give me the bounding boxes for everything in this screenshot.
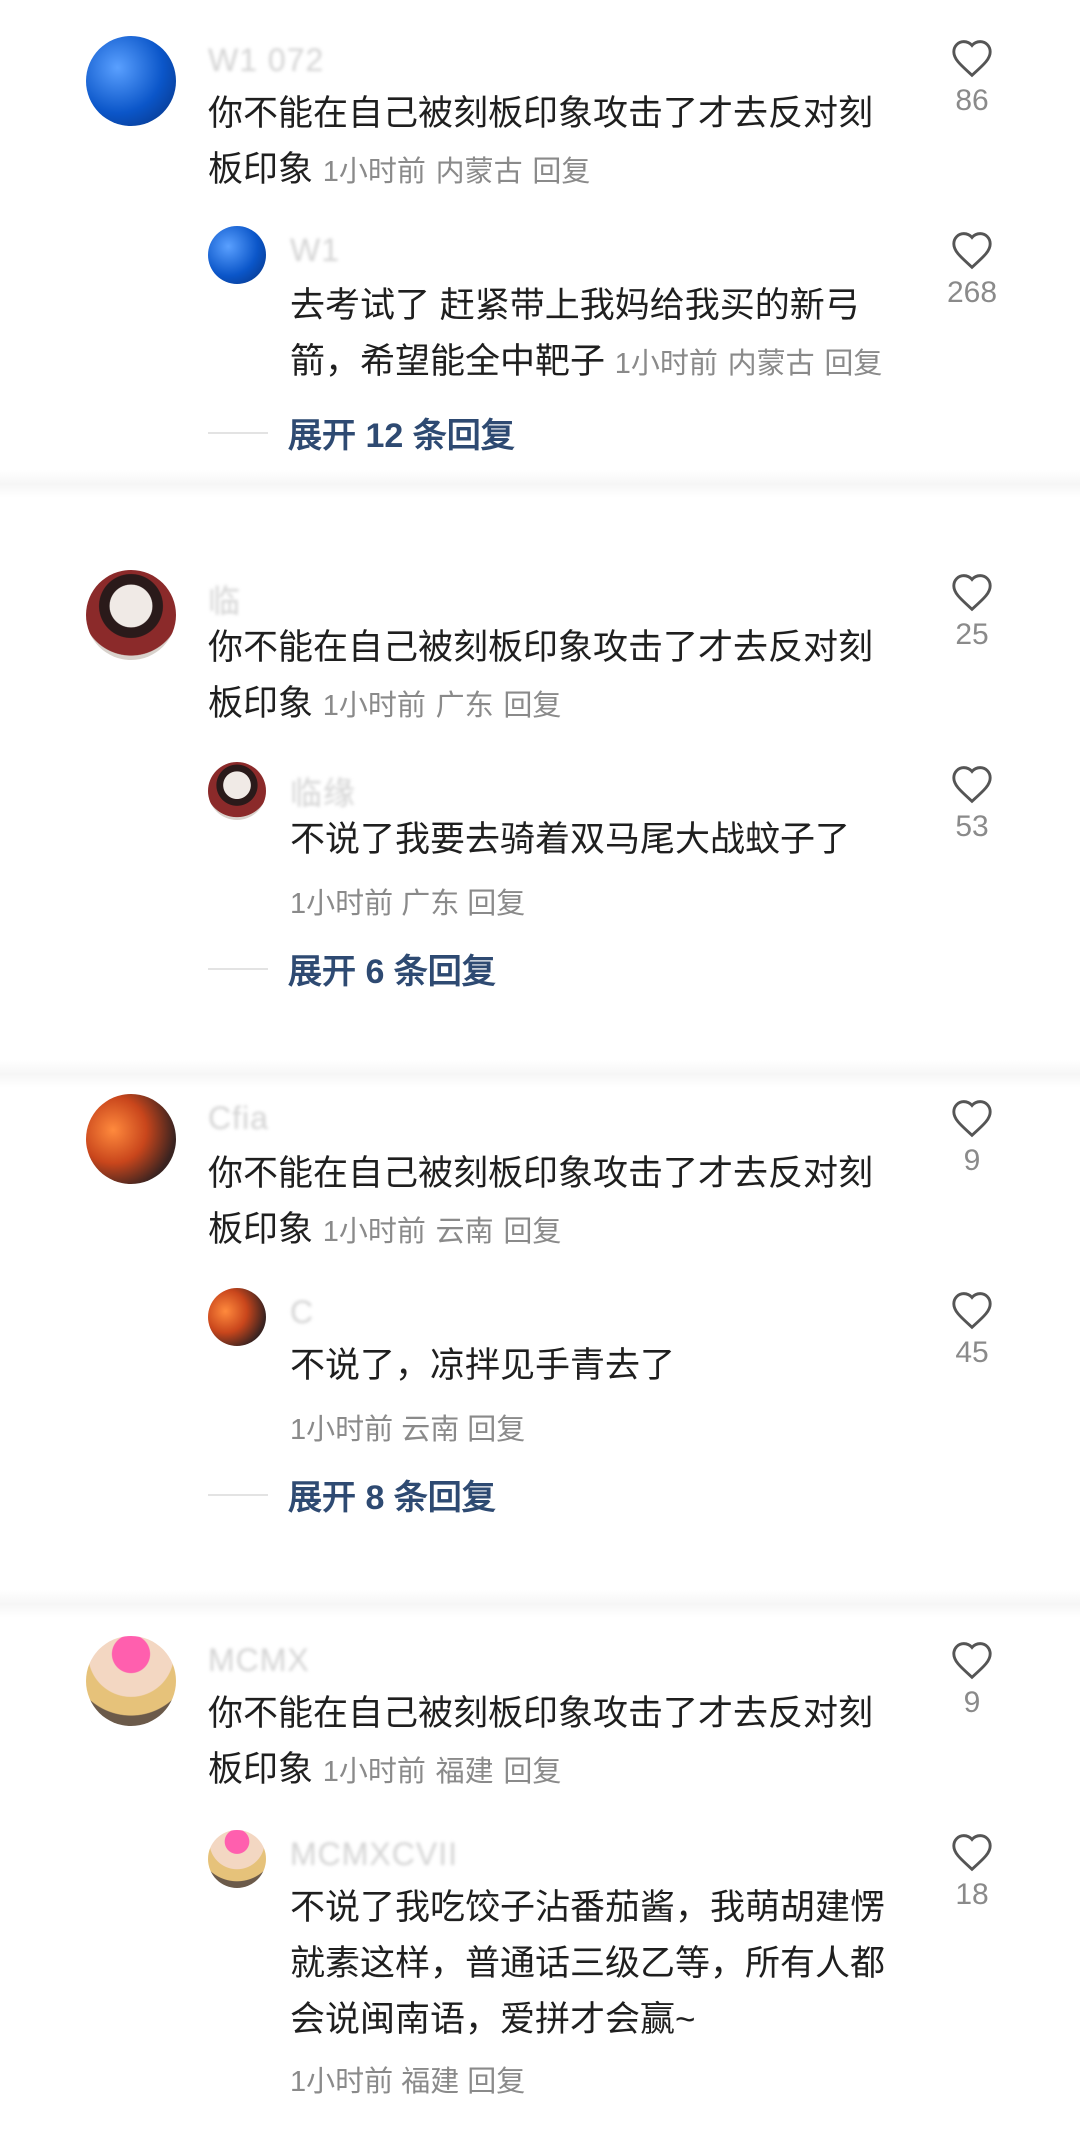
avatar[interactable] (208, 226, 266, 284)
reply-location: 福建 (401, 2066, 460, 2098)
divider-line (208, 967, 268, 970)
avatar[interactable] (86, 1636, 176, 1726)
reply-time: 1小时前 (290, 888, 394, 920)
reply-meta: 1小时前 福建 回复 (290, 2058, 525, 2100)
reply-location: 广东 (401, 888, 460, 920)
comment-location: 福建 (435, 1756, 494, 1788)
heart-icon (952, 1834, 992, 1872)
heart-icon (952, 1292, 992, 1330)
comment-text: 你不能在自己被刻板印象攻击了才去反对刻 板印象 1小时前 云南 回复 (208, 1154, 874, 1249)
expand-replies-label: 展开 12 条回复 (288, 417, 515, 455)
avatar[interactable] (86, 36, 176, 126)
divider-line (208, 431, 268, 434)
like-count: 25 (955, 618, 989, 651)
username[interactable]: C (290, 1294, 314, 1331)
username[interactable]: 临 (208, 576, 241, 622)
reply-button[interactable]: 回复 (467, 2066, 525, 2098)
avatar[interactable] (86, 1094, 176, 1184)
like-button[interactable]: 9 (932, 1098, 1012, 1178)
like-button[interactable]: 25 (932, 572, 1012, 652)
comment-location: 广东 (435, 690, 494, 722)
expand-replies-label: 展开 8 条回复 (288, 1479, 496, 1517)
comment-time: 1小时前 (322, 1756, 426, 1788)
username[interactable]: MCMX (208, 1642, 310, 1679)
like-button[interactable]: 9 (932, 1640, 1012, 1720)
heart-icon (952, 1100, 992, 1138)
like-count: 9 (963, 1144, 981, 1177)
reply-meta: 1小时前 广东 回复 (290, 880, 525, 922)
like-button[interactable]: 45 (932, 1290, 1012, 1370)
like-button[interactable]: 53 (932, 764, 1012, 844)
comment-location: 内蒙古 (435, 156, 523, 188)
like-count: 18 (955, 1878, 989, 1911)
reply-button[interactable]: 回复 (503, 1216, 561, 1248)
heart-icon (952, 766, 992, 804)
reply-text: 不说了我要去骑着双马尾大战蚊子了 (290, 820, 851, 859)
section-divider (0, 1060, 1080, 1088)
avatar[interactable] (208, 762, 266, 820)
comment-text: 你不能在自己被刻板印象攻击了才去反对刻 板印象 1小时前 内蒙古 回复 (208, 94, 874, 189)
heart-icon (952, 232, 992, 270)
heart-icon (952, 40, 992, 78)
reply-meta: 1小时前 云南 回复 (290, 1406, 525, 1448)
like-count: 268 (946, 276, 998, 309)
avatar[interactable] (208, 1830, 266, 1888)
like-button[interactable]: 86 (932, 38, 1012, 118)
reply-button[interactable]: 回复 (503, 1756, 561, 1788)
like-count: 45 (955, 1336, 989, 1369)
reply-time: 1小时前 (290, 1414, 394, 1446)
username[interactable]: Cfia (208, 1100, 269, 1137)
username[interactable]: 临缘 (290, 768, 356, 814)
expand-replies-label: 展开 6 条回复 (288, 953, 496, 991)
reply-button[interactable]: 回复 (532, 156, 590, 188)
reply-text: 去考试了 赶紧带上我妈给我买的新弓 箭，希望能全中靶子 1小时前 内蒙古 回复 (290, 286, 883, 381)
expand-replies-button[interactable]: 展开 6 条回复 (208, 944, 496, 993)
reply-button[interactable]: 回复 (824, 348, 882, 380)
avatar[interactable] (208, 1288, 266, 1346)
divider-line (208, 1493, 268, 1496)
like-count: 53 (955, 810, 989, 843)
reply-location: 云南 (401, 1414, 460, 1446)
reply-time: 1小时前 (290, 2066, 394, 2098)
reply-button[interactable]: 回复 (503, 690, 561, 722)
reply-text: 不说了，凉拌见手青去了 (290, 1346, 676, 1385)
section-divider (0, 1590, 1080, 1618)
comment-time: 1小时前 (322, 690, 426, 722)
expand-replies-button[interactable]: 展开 8 条回复 (208, 1470, 496, 1519)
comment-time: 1小时前 (322, 1216, 426, 1248)
like-button[interactable]: 18 (932, 1832, 1012, 1912)
reply-location: 内蒙古 (727, 348, 815, 380)
avatar[interactable] (86, 570, 176, 660)
like-count: 9 (963, 1686, 981, 1719)
comment-location: 云南 (435, 1216, 494, 1248)
comment-time: 1小时前 (322, 156, 426, 188)
reply-button[interactable]: 回复 (467, 888, 525, 920)
expand-replies-button[interactable]: 展开 12 条回复 (208, 408, 515, 457)
reply-time: 1小时前 (614, 348, 718, 380)
like-count: 86 (955, 84, 989, 117)
heart-icon (952, 574, 992, 612)
username[interactable]: MCMXCVII (290, 1836, 458, 1873)
heart-icon (952, 1642, 992, 1680)
section-divider (0, 470, 1080, 498)
like-button[interactable]: 268 (932, 230, 1012, 310)
reply-text: 不说了我吃饺子沾番茄酱，我萌胡建愣 就素这样，普通话三级乙等，所有人都 会说闽南… (290, 1888, 886, 2039)
comment-text: 你不能在自己被刻板印象攻击了才去反对刻 板印象 1小时前 福建 回复 (208, 1694, 874, 1789)
comment-text: 你不能在自己被刻板印象攻击了才去反对刻 板印象 1小时前 广东 回复 (208, 628, 874, 723)
username[interactable]: W1 072 (208, 42, 324, 79)
reply-button[interactable]: 回复 (467, 1414, 525, 1446)
username[interactable]: W1 (290, 232, 340, 269)
